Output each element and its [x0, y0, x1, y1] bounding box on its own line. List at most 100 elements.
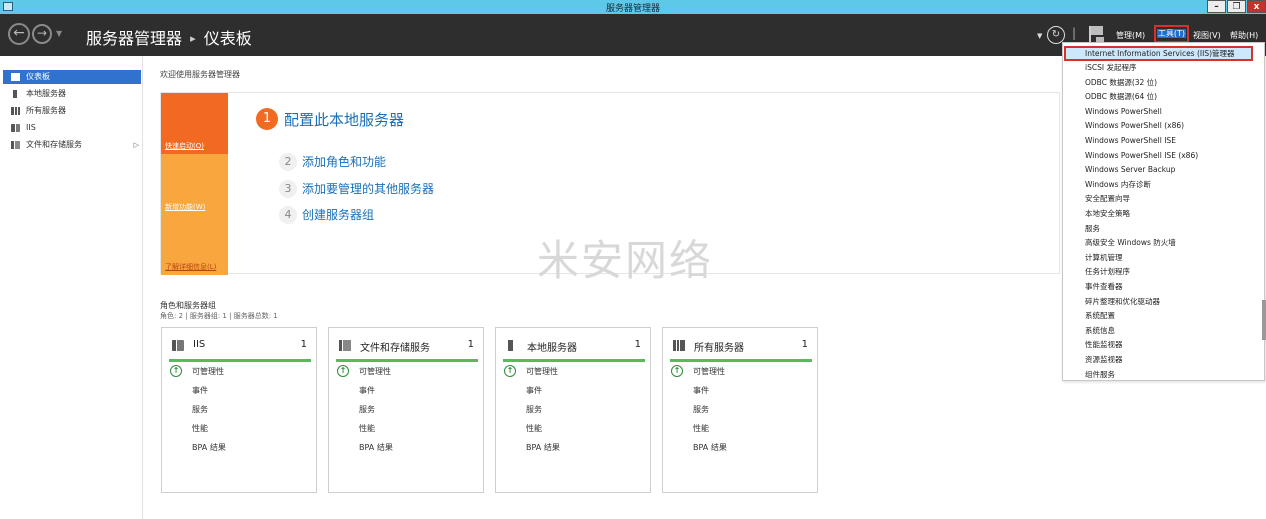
close-button[interactable]: x — [1247, 0, 1266, 13]
card-bpa-results[interactable]: BPA 结果 — [693, 442, 727, 453]
role-card-all-servers[interactable]: 所有服务器 1 ↑ 可管理性 事件 服务 性能 BPA 结果 — [662, 327, 818, 493]
menu-item-odbc64[interactable]: ODBC 数据源(64 位) — [1085, 90, 1157, 104]
menu-item-resource-monitor[interactable]: 资源监视器 — [1085, 353, 1123, 367]
card-title[interactable]: 本地服务器 — [527, 339, 577, 354]
menu-item-computer-management[interactable]: 计算机管理 — [1085, 251, 1123, 265]
status-bar — [336, 359, 478, 362]
expand-arrow-icon[interactable]: ▷ — [134, 138, 139, 152]
menu-item-memory-diagnostic[interactable]: Windows 内存诊断 — [1085, 178, 1151, 192]
breadcrumb-separator-icon: ▸ — [190, 32, 196, 45]
card-events[interactable]: 事件 — [526, 385, 542, 396]
menu-item-powershell-ise[interactable]: Windows PowerShell ISE — [1085, 134, 1176, 148]
tile-quick-start[interactable]: 快速启动(Q) — [161, 93, 228, 154]
card-count: 1 — [300, 339, 307, 350]
breadcrumb-root[interactable]: 服务器管理器 — [86, 29, 182, 48]
card-performance[interactable]: 性能 — [526, 423, 542, 434]
menu-item-services[interactable]: 服务 — [1085, 222, 1100, 236]
menu-item-system-information[interactable]: 系统信息 — [1085, 324, 1115, 338]
card-services[interactable]: 服务 — [693, 404, 709, 415]
status-ok-icon: ↑ — [671, 365, 683, 377]
menu-item-performance-monitor[interactable]: 性能监视器 — [1085, 338, 1123, 352]
window-titlebar: 服务器管理器 – ❐ x — [0, 0, 1266, 14]
step-link[interactable]: 添加要管理的其他服务器 — [302, 182, 434, 196]
file-storage-icon — [339, 340, 351, 351]
scrollbar-thumb[interactable] — [1262, 300, 1266, 340]
step-create-group[interactable]: 4 创建服务器组 — [279, 204, 374, 224]
window-title: 服务器管理器 — [605, 4, 660, 14]
card-bpa-results[interactable]: BPA 结果 — [359, 442, 393, 453]
menu-item-event-viewer[interactable]: 事件查看器 — [1085, 280, 1123, 294]
card-count: 1 — [801, 339, 808, 350]
menu-item-component-services[interactable]: 组件服务 — [1085, 368, 1115, 382]
tile-label: 快速启动(Q) — [165, 142, 204, 150]
step-configure-local-server[interactable]: 1 配置此本地服务器 — [256, 108, 404, 130]
step-add-servers[interactable]: 3 添加要管理的其他服务器 — [279, 178, 434, 198]
tools-dropdown-menu: Internet Information Services (IIS)管理器 i… — [1062, 42, 1265, 381]
menu-item-powershell-x86[interactable]: Windows PowerShell (x86) — [1085, 119, 1184, 133]
menu-item-label: Internet Information Services (IIS)管理器 — [1085, 49, 1235, 58]
card-manageability[interactable]: 可管理性 — [693, 366, 725, 377]
sidebar-item-iis[interactable]: IIS — [3, 121, 141, 135]
status-bar — [670, 359, 812, 362]
back-button[interactable]: ← — [8, 23, 30, 45]
card-services[interactable]: 服务 — [526, 404, 542, 415]
menu-item-security-wizard[interactable]: 安全配置向导 — [1085, 192, 1130, 206]
sidebar-item-file-storage[interactable]: 文件和存储服务 ▷ — [3, 138, 141, 152]
minimize-button[interactable]: – — [1207, 0, 1226, 13]
card-performance[interactable]: 性能 — [693, 423, 709, 434]
card-services[interactable]: 服务 — [359, 404, 375, 415]
card-events[interactable]: 事件 — [693, 385, 709, 396]
forward-button[interactable]: → — [32, 24, 52, 44]
menu-item-iscsi[interactable]: iSCSI 发起程序 — [1085, 61, 1136, 75]
card-manageability[interactable]: 可管理性 — [526, 366, 558, 377]
menu-manage[interactable]: 管理(M) — [1116, 30, 1145, 41]
dashboard-grid-icon — [11, 73, 20, 81]
card-title[interactable]: 文件和存储服务 — [360, 339, 430, 354]
card-services[interactable]: 服务 — [192, 404, 208, 415]
role-card-local-server[interactable]: 本地服务器 1 ↑ 可管理性 事件 服务 性能 BPA 结果 — [495, 327, 651, 493]
menu-item-defragment[interactable]: 碎片整理和优化驱动器 — [1085, 295, 1160, 309]
maximize-button[interactable]: ❐ — [1227, 0, 1246, 13]
menu-item-powershell-ise-x86[interactable]: Windows PowerShell ISE (x86) — [1085, 149, 1198, 163]
menu-item-task-scheduler[interactable]: 任务计划程序 — [1085, 265, 1130, 279]
card-events[interactable]: 事件 — [192, 385, 208, 396]
card-title[interactable]: IIS — [193, 339, 205, 350]
menu-tools[interactable]: 工具(T) — [1154, 25, 1189, 43]
card-events[interactable]: 事件 — [359, 385, 375, 396]
menu-item-iis-manager[interactable]: Internet Information Services (IIS)管理器 — [1064, 46, 1253, 61]
menu-item-firewall[interactable]: 高级安全 Windows 防火墙 — [1085, 236, 1176, 250]
menu-item-local-security-policy[interactable]: 本地安全策略 — [1085, 207, 1130, 221]
menu-item-powershell[interactable]: Windows PowerShell — [1085, 105, 1162, 119]
menu-help[interactable]: 帮助(H) — [1230, 30, 1258, 41]
card-bpa-results[interactable]: BPA 结果 — [192, 442, 226, 453]
role-card-iis[interactable]: IIS 1 ↑ 可管理性 事件 服务 性能 BPA 结果 — [161, 327, 317, 493]
card-manageability[interactable]: 可管理性 — [192, 366, 224, 377]
status-bar — [503, 359, 645, 362]
step-link[interactable]: 配置此本地服务器 — [284, 111, 404, 129]
status-ok-icon: ↑ — [504, 365, 516, 377]
card-performance[interactable]: 性能 — [192, 423, 208, 434]
card-count: 1 — [634, 339, 641, 350]
watermark: 米安网络 — [537, 236, 714, 285]
sidebar-item-all-servers[interactable]: 所有服务器 — [3, 104, 141, 118]
card-title[interactable]: 所有服务器 — [694, 339, 744, 354]
step-link[interactable]: 创建服务器组 — [302, 208, 374, 222]
menu-item-system-configuration[interactable]: 系统配置 — [1085, 309, 1115, 323]
tile-learn-more[interactable]: 了解详细信息(L) — [161, 215, 228, 275]
card-performance[interactable]: 性能 — [359, 423, 375, 434]
sidebar-item-dashboard[interactable]: 仪表板 — [3, 70, 141, 84]
step-link[interactable]: 添加角色和功能 — [302, 155, 386, 169]
card-bpa-results[interactable]: BPA 结果 — [526, 442, 560, 453]
menu-item-server-backup[interactable]: Windows Server Backup — [1085, 163, 1175, 177]
tile-whats-new[interactable]: 新增功能(W) — [161, 154, 228, 215]
chevron-down-icon[interactable]: ▼ — [1037, 32, 1042, 40]
sidebar-item-local-server[interactable]: 本地服务器 — [3, 87, 141, 101]
menu-item-odbc32[interactable]: ODBC 数据源(32 位) — [1085, 76, 1157, 90]
card-manageability[interactable]: 可管理性 — [359, 366, 391, 377]
step-add-roles[interactable]: 2 添加角色和功能 — [279, 151, 386, 171]
history-dropdown-icon[interactable]: ▼ — [56, 29, 62, 38]
role-card-file-storage[interactable]: 文件和存储服务 1 ↑ 可管理性 事件 服务 性能 BPA 结果 — [328, 327, 484, 493]
breadcrumb-current: 仪表板 — [203, 29, 252, 48]
status-bar — [169, 359, 311, 362]
menu-view[interactable]: 视图(V) — [1193, 30, 1221, 41]
